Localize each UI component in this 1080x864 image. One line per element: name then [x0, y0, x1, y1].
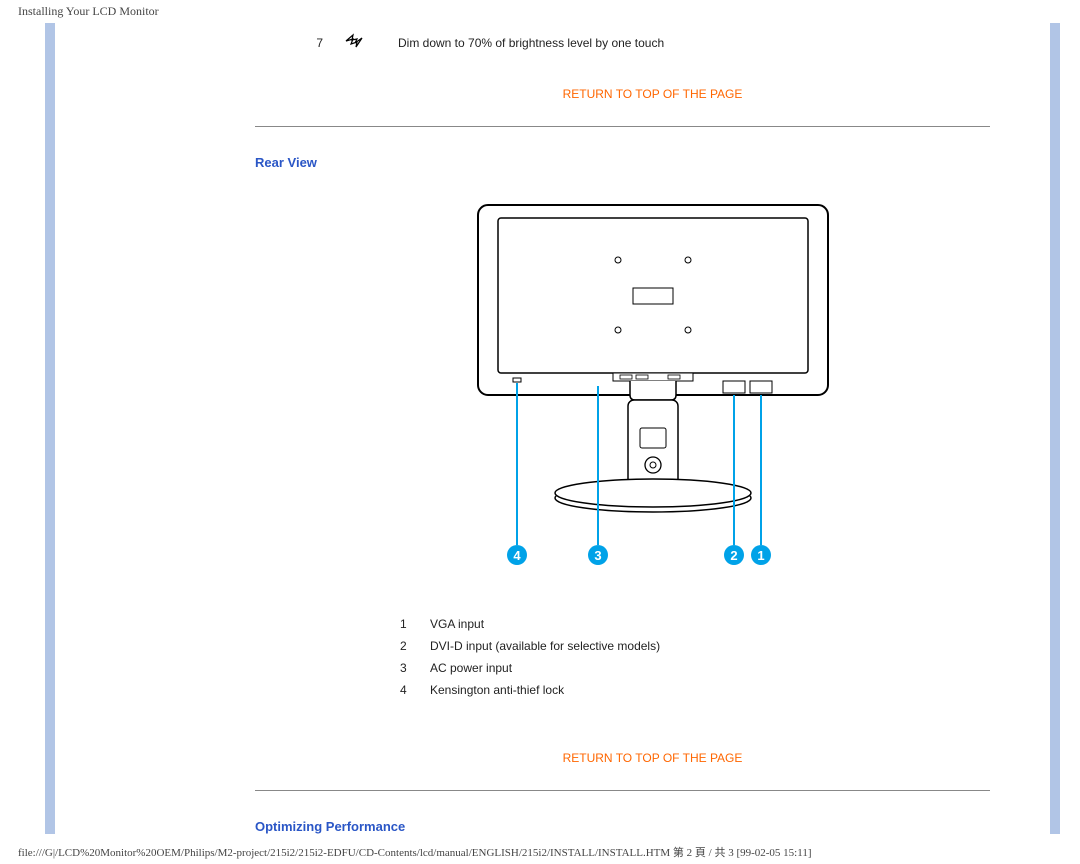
return-top-link-1[interactable]: RETURN TO TOP OF THE PAGE	[255, 87, 1050, 101]
divider-1	[255, 126, 990, 127]
optimizing-performance-heading: Optimizing Performance	[255, 819, 1050, 834]
lightning-icon	[343, 33, 398, 52]
connector-num: 2	[400, 639, 430, 653]
callout-1: 1	[757, 548, 764, 563]
connector-label: Kensington anti-thief lock	[430, 683, 564, 697]
callout-4: 4	[513, 548, 521, 563]
list-item: 1 VGA input	[400, 613, 1050, 635]
list-item: 2 DVI-D input (available for selective m…	[400, 635, 1050, 657]
connector-num: 4	[400, 683, 430, 697]
connector-label: AC power input	[430, 661, 512, 675]
connector-label: VGA input	[430, 617, 484, 631]
connector-num: 1	[400, 617, 430, 631]
rear-view-heading: Rear View	[255, 155, 1050, 170]
list-item: 4 Kensington anti-thief lock	[400, 679, 1050, 701]
connector-num: 3	[400, 661, 430, 675]
feature-row: 7 Dim down to 70% of brightness level by…	[255, 23, 1050, 57]
feature-description: Dim down to 70% of brightness level by o…	[398, 36, 1050, 50]
return-top-link-2[interactable]: RETURN TO TOP OF THE PAGE	[255, 751, 1050, 765]
content-area: 7 Dim down to 70% of brightness level by…	[55, 23, 1050, 834]
connector-label: DVI-D input (available for selective mod…	[430, 639, 660, 653]
divider-2	[255, 790, 990, 791]
rear-view-diagram: 4 3 2 1	[255, 200, 1050, 593]
footer-file-path: file:///G|/LCD%20Monitor%20OEM/Philips/M…	[0, 840, 1080, 864]
left-accent-bar	[45, 23, 55, 834]
right-accent-bar	[1050, 23, 1060, 834]
rear-connector-list: 1 VGA input 2 DVI-D input (available for…	[400, 613, 1050, 701]
callout-2: 2	[730, 548, 737, 563]
list-item: 3 AC power input	[400, 657, 1050, 679]
page-header-title: Installing Your LCD Monitor	[0, 0, 1080, 23]
callout-3: 3	[594, 548, 601, 563]
page-body: 7 Dim down to 70% of brightness level by…	[45, 23, 1060, 834]
feature-number: 7	[295, 36, 323, 50]
